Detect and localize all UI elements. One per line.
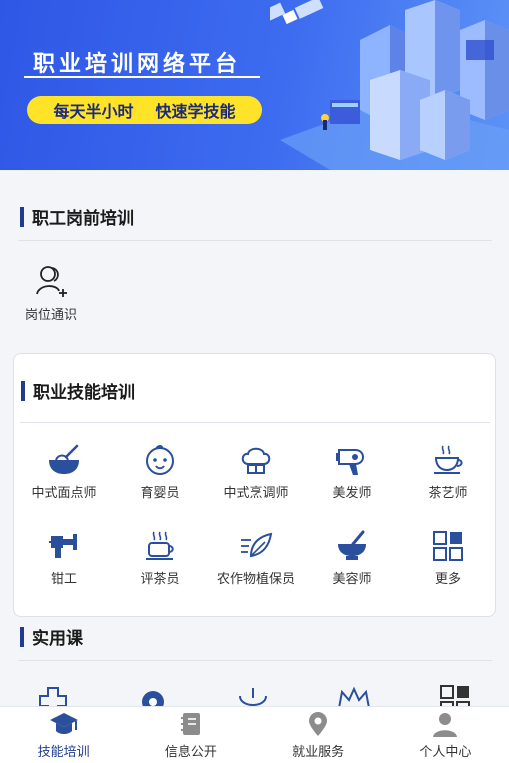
- nav-employment[interactable]: 就业服务: [255, 707, 382, 763]
- tile-job-basics[interactable]: 岗位通识: [18, 264, 84, 323]
- tile-label: 美发师: [332, 486, 372, 501]
- dough-bowl-icon: [49, 444, 79, 474]
- pre-job-section: 职工岗前培训 岗位通识: [0, 190, 509, 350]
- banner-underline: [24, 76, 260, 78]
- hair-dryer-icon: [336, 449, 365, 475]
- divider: [18, 660, 492, 661]
- tea-tasting-icon: [146, 531, 174, 560]
- tile-tea-taster[interactable]: 评茶员: [112, 530, 208, 587]
- bottom-nav: 技能培训 信息公开 就业服务 个人中心: [0, 706, 509, 763]
- satellite-icon: [270, 0, 324, 25]
- leaf-icon: [241, 532, 273, 558]
- section-header: 职业技能培训: [21, 378, 135, 403]
- tile-label: 育婴员: [140, 486, 180, 501]
- tile-label: 钳工: [50, 572, 77, 587]
- nav-info-public[interactable]: 信息公开: [127, 707, 254, 763]
- tile-pastry-chef[interactable]: 中式面点师: [16, 444, 112, 501]
- graduation-cap-icon: [49, 712, 78, 734]
- tile-label: 茶艺师: [428, 486, 468, 501]
- nav-label: 就业服务: [292, 744, 345, 760]
- tile-crop-protection[interactable]: 农作物植保员: [208, 530, 304, 587]
- vocational-section: 职业技能培训 中式面点师 育婴员 中式烹调师 美发师 茶艺师 钳工 评茶员 农作…: [13, 353, 496, 617]
- tile-hairdresser[interactable]: 美发师: [304, 444, 400, 501]
- tile-beautician[interactable]: 美容师: [304, 530, 400, 587]
- banner: 职业培训网络平台 每天半小时 快速学技能: [0, 0, 509, 170]
- section-accent-bar: [20, 626, 24, 647]
- tile-more[interactable]: 更多: [400, 530, 496, 587]
- grid-more-icon: [433, 531, 463, 561]
- nav-personal-center[interactable]: 个人中心: [382, 707, 509, 763]
- banner-slogan: 每天半小时 快速学技能: [27, 96, 262, 124]
- tile-label: 中式烹调师: [223, 486, 289, 501]
- section-title: 实用课: [32, 629, 83, 649]
- nav-label: 信息公开: [164, 744, 217, 760]
- tile-fitter[interactable]: 钳工: [16, 530, 112, 587]
- person-icon: [433, 712, 458, 737]
- baby-face-icon: [146, 445, 174, 475]
- slogan-left: 每天半小时: [53, 102, 134, 121]
- banner-title: 职业培训网络平台: [33, 52, 242, 77]
- location-pin-icon: [309, 711, 328, 736]
- mortar-icon: [338, 530, 366, 560]
- nav-label: 个人中心: [419, 744, 472, 760]
- user-add-icon: [36, 266, 67, 297]
- tile-chinese-cook[interactable]: 中式烹调师: [208, 444, 304, 501]
- section-header: 实用课: [20, 624, 83, 649]
- section-accent-bar: [20, 206, 24, 227]
- section-header: 职工岗前培训: [20, 204, 134, 229]
- section-title: 职工岗前培训: [32, 209, 134, 229]
- tile-label: 更多: [434, 572, 461, 587]
- chef-hat-icon: [241, 447, 271, 474]
- section-accent-bar: [21, 380, 25, 401]
- tile-label: 美容师: [332, 572, 372, 587]
- divider: [20, 422, 490, 423]
- slogan-right: 快速学技能: [155, 102, 236, 121]
- tile-label: 评茶员: [140, 572, 180, 587]
- vise-icon: [49, 534, 77, 558]
- tile-label: 岗位通识: [24, 308, 77, 323]
- city-illustration: [270, 0, 509, 170]
- nav-skill-training[interactable]: 技能培训: [0, 707, 127, 763]
- tea-cup-icon: [434, 445, 463, 474]
- tile-label: 农作物植保员: [216, 572, 295, 587]
- practical-section: 实用课: [0, 618, 509, 710]
- divider: [18, 240, 492, 241]
- section-title: 职业技能培训: [33, 383, 135, 403]
- nav-label: 技能培训: [37, 744, 90, 760]
- notebook-icon: [180, 712, 200, 735]
- tile-label: 中式面点师: [31, 486, 97, 501]
- tile-tea-artist[interactable]: 茶艺师: [400, 444, 496, 501]
- tile-nanny[interactable]: 育婴员: [112, 444, 208, 501]
